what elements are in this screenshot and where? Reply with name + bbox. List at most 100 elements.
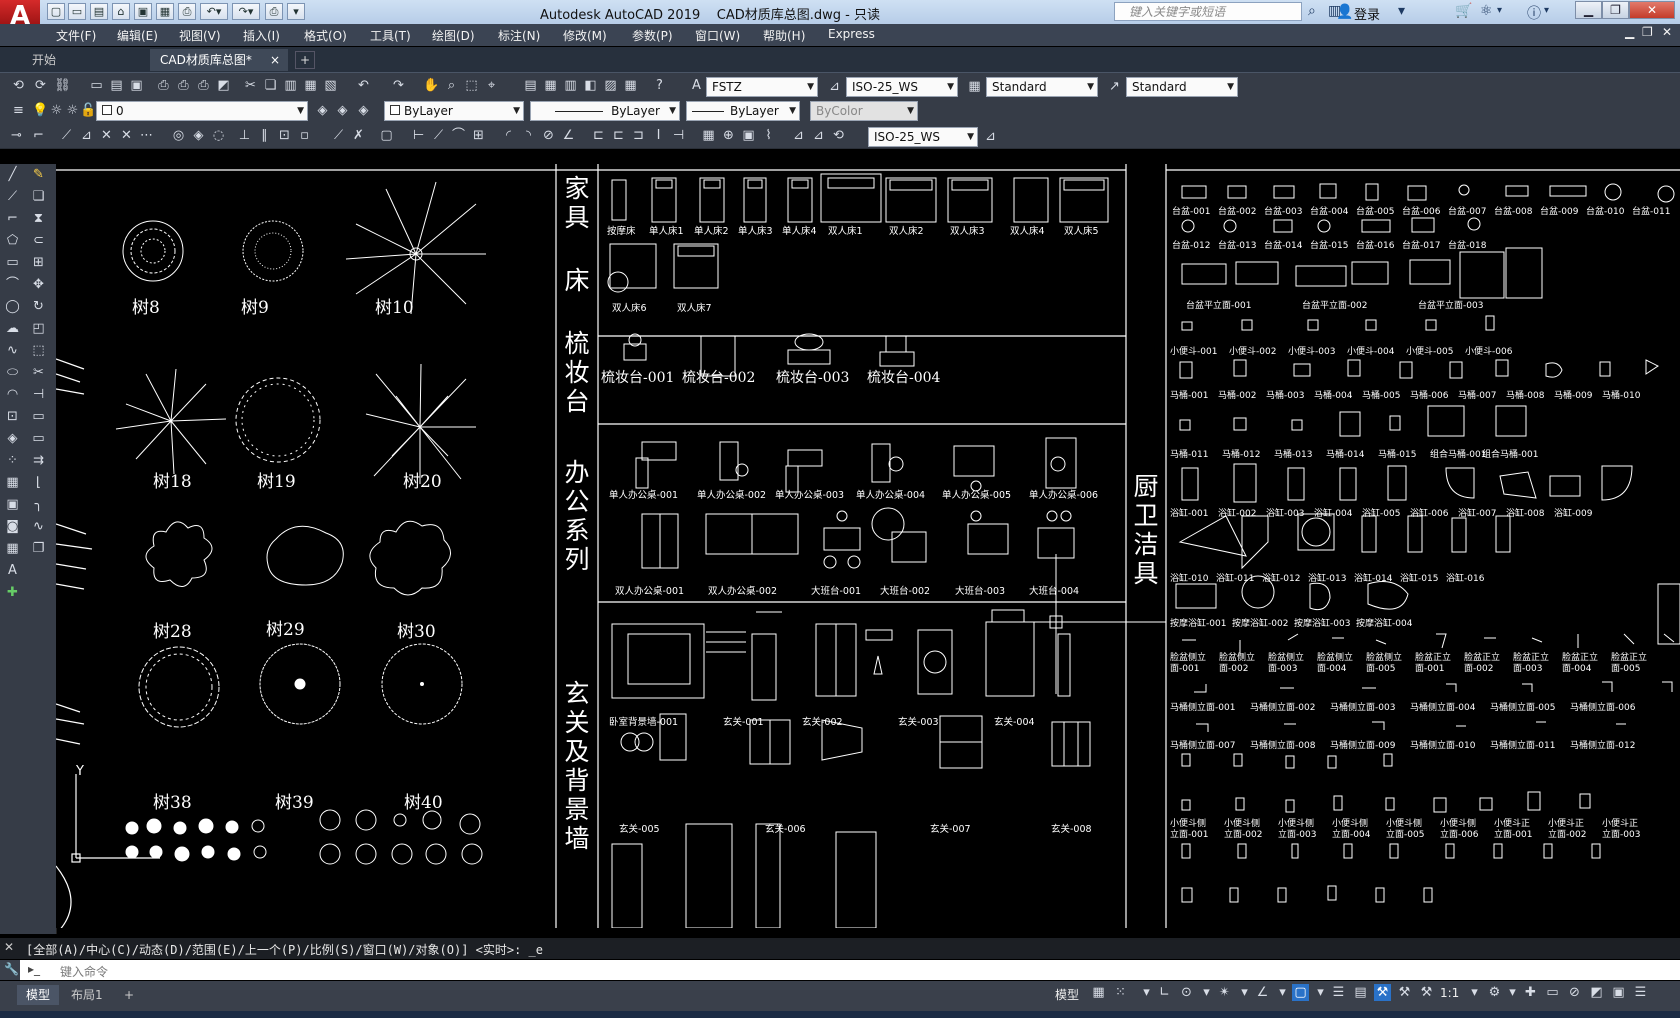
workspace-gear-icon[interactable]: ⚙ [1486,984,1503,1001]
help-dropdown-icon[interactable]: ▾ [1544,5,1549,16]
rotate-icon[interactable]: ↻ [30,298,47,315]
chamfer-icon[interactable]: ⌊ [30,474,47,491]
menu-draw[interactable]: 绘图(D) [432,27,475,44]
open-icon[interactable]: ▤ [90,3,108,20]
mleader-style-select[interactable]: Standard ▼ [1126,77,1238,97]
markup-icon[interactable]: ▨ [602,77,619,94]
dim-angular-icon[interactable]: ∠ [560,127,577,144]
move-icon[interactable]: ✥ [30,276,47,293]
grid-icon[interactable]: ▦ [1090,984,1107,1001]
break-icon[interactable]: ▭ [30,430,47,447]
publish-icon[interactable]: ⎙ [195,77,212,94]
a360-dropdown-icon[interactable]: ▾ [1497,5,1502,16]
scale-icon[interactable]: ◰ [30,320,47,337]
hatch-icon[interactable]: ▦ [4,474,21,491]
orbit-free-icon[interactable]: ⟳ [32,77,49,94]
redo-icon[interactable]: ↷▾ [232,3,260,20]
layer-properties-icon[interactable]: ≡ [10,102,27,119]
dim-space-icon[interactable]: I [650,127,667,144]
mirror-icon[interactable]: ⧗ [30,210,47,227]
sheet-set-icon[interactable]: ◧ [582,77,599,94]
snap-quadrant-icon[interactable]: ◈ [190,127,207,144]
color-select[interactable]: ByLayer ▼ [384,101,524,121]
menu-window[interactable]: 窗口(W) [695,27,740,44]
tab-layout1[interactable]: 布局1 [62,985,112,1005]
rectangle-icon[interactable]: ▭ [4,254,21,271]
properties-icon[interactable]: ▤ [522,77,539,94]
layer-states-icon[interactable]: ◈ [355,102,372,119]
dim-arc-icon[interactable]: ⌒ [450,127,467,144]
copy-icon[interactable]: ❏ [262,77,279,94]
undo-toolbar-icon[interactable]: ↶ [355,77,372,94]
text-style-icon[interactable]: A [688,77,705,94]
dim-style-select-2[interactable]: ISO-25_WS ▼ [868,127,978,147]
make-block-icon[interactable]: ◈ [4,430,21,447]
print-icon[interactable]: ⎙ [178,3,196,20]
snap-insert-icon[interactable]: ⊡ [276,127,293,144]
table-style-select[interactable]: Standard ▼ [986,77,1098,97]
inspect-icon[interactable]: ▣ [740,127,757,144]
polygon-icon[interactable]: ⬠ [4,232,21,249]
menu-tools[interactable]: 工具(T) [370,27,411,44]
dim-linear-icon[interactable]: ⊢ [410,127,427,144]
lineweight-toggle-icon[interactable]: ☰ [1330,984,1347,1001]
menu-insert[interactable]: 插入(I) [243,27,280,44]
annotation-scale-icon[interactable]: ⚒ [1418,984,1435,1001]
quick-dim-icon[interactable]: ⊏ [590,127,607,144]
close-button[interactable]: ✕ [1629,1,1675,19]
osnap-dropdown-icon[interactable]: ▾ [1312,984,1329,1001]
snap-from-icon[interactable]: ⌐ [30,127,47,144]
dim-edit-icon[interactable]: ⊿ [790,127,807,144]
dim-continue-icon[interactable]: ⊐ [630,127,647,144]
copy-modify-icon[interactable]: ❏ [30,188,47,205]
dim-jogged-icon[interactable]: ◝ [520,127,537,144]
osnap-track-icon[interactable]: ∠ [1254,984,1271,1001]
menu-express[interactable]: Express [828,27,875,41]
wrench-icon[interactable]: 🔧 [4,962,19,976]
login-dropdown-icon[interactable]: ▾ [1398,3,1405,19]
fillet-icon[interactable]: ╮ [30,496,47,513]
tab-close-icon[interactable]: × [270,49,280,71]
line-icon[interactable]: ╱ [4,166,21,183]
dim-style-icon[interactable]: ⊿ [826,78,843,95]
dim-break-icon[interactable]: ⊣ [670,127,687,144]
table-style-icon[interactable]: ▦ [966,78,983,95]
autodesk-a360-icon[interactable]: ⚛ [1480,3,1493,19]
construction-line-icon[interactable]: ⟋ [4,188,21,205]
drawing-canvas[interactable]: 树8 树9 树10 树18 树19 树20 树28 树29 树30 树38 树3… [56,164,1680,928]
help-toolbar-icon[interactable]: ? [651,77,668,94]
zoom-realtime-icon[interactable]: ⌕ [443,77,460,94]
dim-radius-icon[interactable]: ◜ [500,127,517,144]
dim-update-icon[interactable]: ⟲ [830,127,847,144]
plot-style-select[interactable]: ByColor ▼ [810,101,918,121]
lineweight-select[interactable]: ByLayer ▼ [686,101,800,121]
maximize-button[interactable]: ❐ [1602,1,1629,19]
minimize-button[interactable]: ▁ [1575,1,1602,19]
tab-start[interactable]: 开始 [22,49,150,71]
layer-select[interactable]: 0 ▼ [96,101,308,121]
explode-icon[interactable]: ❐ [30,540,47,557]
help-icon[interactable]: ⓘ [1527,3,1541,23]
layer-previous-icon[interactable]: ◈ [334,102,351,119]
snap-mode-icon[interactable]: ⁙ [1112,984,1129,1001]
spline-icon[interactable]: ∿ [4,342,21,359]
table-icon[interactable]: ▦ [4,540,21,557]
snap-midpoint-icon[interactable]: ⊿ [78,127,95,144]
open-folder-icon[interactable]: ⌂ [112,3,130,20]
dim-ordinate-icon[interactable]: ⊞ [470,127,487,144]
transparency-icon[interactable]: ▤ [1352,984,1369,1001]
new-icon[interactable]: ▭ [68,3,86,20]
search-input[interactable]: 键入关键字或短语 [1114,2,1302,21]
undo-icon[interactable]: ↶▾ [200,3,228,20]
save-as-icon[interactable]: ▦ [156,3,174,20]
jogged-linear-icon[interactable]: ⌇ [760,127,777,144]
dim-baseline-icon[interactable]: ⊏ [610,127,627,144]
block-editor-icon[interactable]: ▧ [322,77,339,94]
cart-icon[interactable]: 🛒 [1455,3,1472,19]
snap-endpoint-icon[interactable]: ⟋ [58,127,75,144]
point-icon[interactable]: ⁘ [4,452,21,469]
polyline-icon[interactable]: ⌐ [4,210,21,227]
auto-scale-icon[interactable]: ⚒ [1396,984,1413,1001]
center-mark-icon[interactable]: ⊕ [720,127,737,144]
pan-icon[interactable]: ✋ [423,77,440,94]
